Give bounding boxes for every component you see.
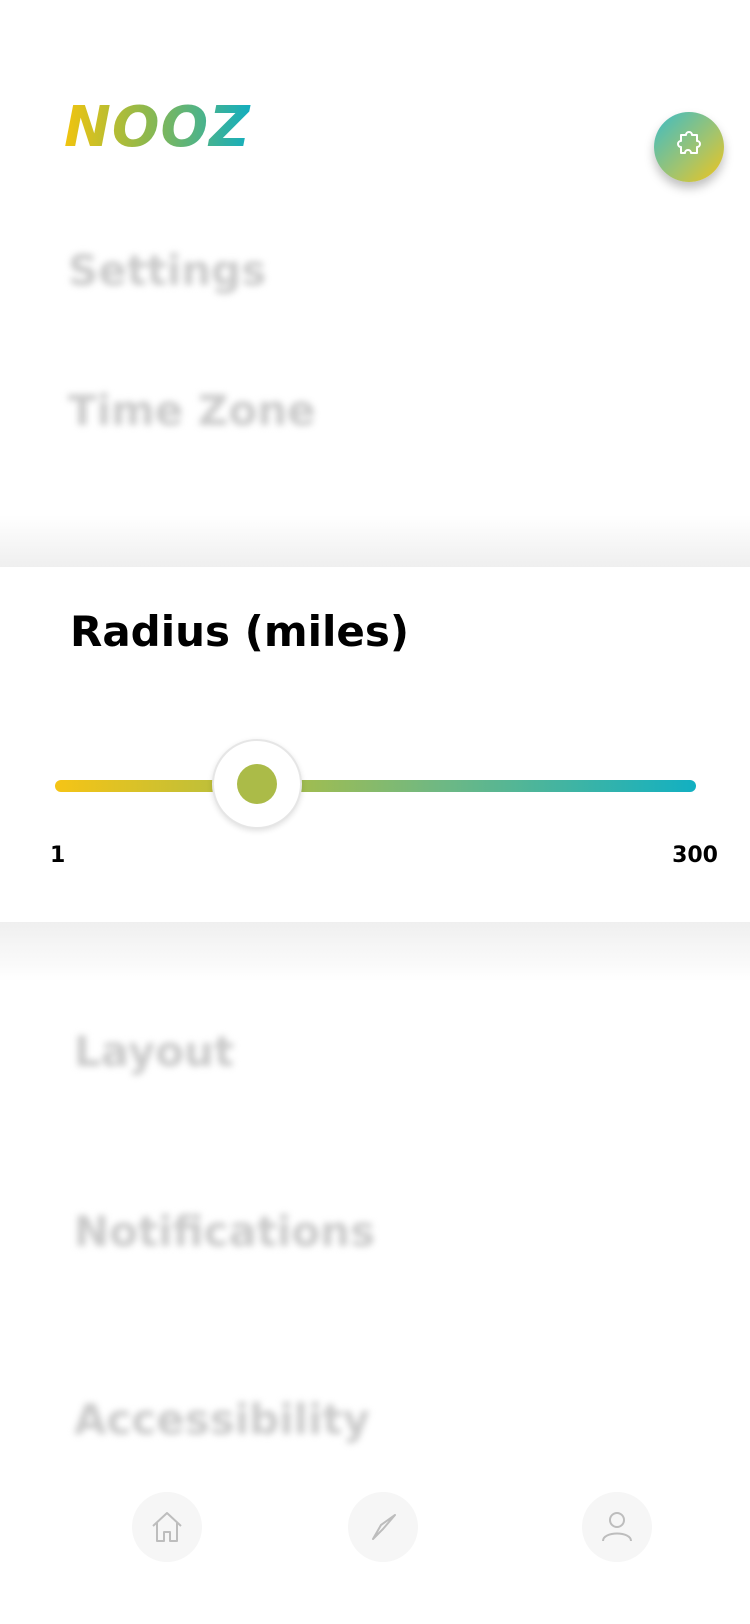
panel-shadow-bottom — [0, 922, 750, 982]
menu-item-settings: Settings — [68, 246, 267, 295]
puzzle-icon — [677, 131, 701, 154]
settings-fab-button[interactable] — [654, 112, 724, 182]
compass-icon — [372, 1514, 396, 1540]
menu-item-accessibility: Accessibility — [74, 1395, 370, 1444]
nav-profile-button[interactable] — [582, 1492, 652, 1562]
nav-explore-button[interactable] — [348, 1492, 418, 1562]
radius-title: Radius (miles) — [70, 607, 410, 656]
panel-shadow-top — [0, 515, 750, 567]
home-icon — [152, 1512, 182, 1542]
radius-max-label: 300 — [672, 843, 718, 868]
menu-item-notifications: Notifications — [74, 1207, 376, 1256]
app-logo: NOOZ — [64, 95, 251, 160]
radius-slider-thumb[interactable] — [211, 739, 302, 829]
menu-item-time-zone: Time Zone — [68, 386, 316, 435]
radius-slider-track[interactable] — [55, 780, 696, 792]
profile-icon — [602, 1512, 632, 1542]
radius-panel: Radius (miles) 1 300 — [0, 567, 750, 922]
slider-thumb-dot — [236, 764, 277, 804]
menu-item-layout: Layout — [74, 1027, 235, 1076]
nav-home-button[interactable] — [132, 1492, 202, 1562]
radius-min-label: 1 — [50, 843, 66, 868]
